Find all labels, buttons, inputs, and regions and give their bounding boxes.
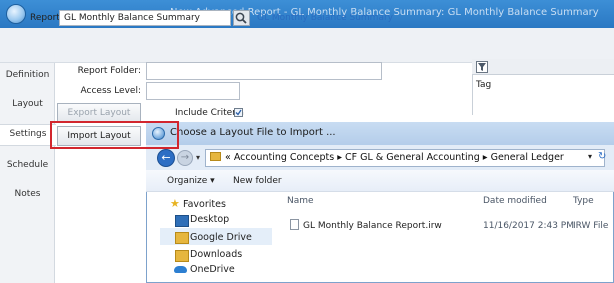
folder-icon bbox=[175, 232, 189, 244]
sidebar-item-settings[interactable]: Settings bbox=[0, 124, 56, 146]
tag-toolbar bbox=[472, 59, 614, 75]
path-dropdown-icon[interactable]: ▾ bbox=[588, 152, 592, 161]
sidebar-item-notes[interactable]: Notes bbox=[0, 189, 55, 199]
breadcrumb: « Accounting Concepts ▸ CF GL & General … bbox=[225, 152, 564, 163]
nav-item-onedrive[interactable]: OneDrive bbox=[190, 264, 235, 275]
cloud-icon bbox=[174, 266, 187, 273]
breadcrumb-segment[interactable]: General Ledger bbox=[491, 152, 564, 163]
annotation-highlight-box bbox=[50, 121, 179, 149]
filter-icon[interactable] bbox=[476, 61, 488, 73]
app-globe-icon[interactable] bbox=[6, 4, 26, 24]
search-icon[interactable] bbox=[233, 10, 250, 26]
new-folder-button[interactable]: New folder bbox=[233, 176, 282, 186]
desktop-icon bbox=[175, 215, 189, 227]
tag-column-header[interactable]: Tag bbox=[476, 80, 491, 90]
organize-menu[interactable]: Organize ▾ bbox=[167, 176, 215, 186]
sidebar-item-definition[interactable]: Definition bbox=[0, 70, 55, 80]
breadcrumb-separator[interactable]: ▸ bbox=[483, 152, 488, 163]
report-link[interactable]: GL Monthly Balance Summary bbox=[257, 13, 393, 23]
nav-item-desktop[interactable]: Desktop bbox=[190, 214, 229, 225]
sidebar-item-layout[interactable]: Layout bbox=[0, 99, 55, 109]
nav-item-favorites[interactable]: Favorites bbox=[183, 199, 226, 210]
nav-item-downloads[interactable]: Downloads bbox=[190, 249, 242, 260]
include-criteria-checkbox[interactable] bbox=[234, 108, 243, 117]
file-date: 11/16/2017 2:43 PM bbox=[483, 221, 574, 231]
report-folder-input[interactable] bbox=[146, 62, 382, 80]
column-header-name[interactable]: Name bbox=[287, 196, 314, 206]
downloads-folder-icon bbox=[175, 250, 189, 262]
breadcrumb-segment[interactable]: Accounting Concepts bbox=[234, 152, 334, 163]
breadcrumb-separator[interactable]: ▸ bbox=[337, 152, 342, 163]
nav-item-google-drive[interactable]: Google Drive bbox=[190, 232, 252, 243]
export-layout-button[interactable]: Export Layout bbox=[57, 103, 141, 123]
dialog-command-bar bbox=[146, 170, 614, 192]
access-level-input[interactable] bbox=[146, 82, 240, 100]
access-level-label: Access Level: bbox=[80, 86, 141, 96]
sidebar-item-schedule[interactable]: Schedule bbox=[0, 160, 55, 170]
column-header-date-modified[interactable]: Date modified bbox=[483, 196, 547, 206]
report-row bbox=[0, 28, 614, 63]
back-arrow-icon[interactable]: ← bbox=[157, 149, 175, 167]
report-input[interactable]: GL Monthly Balance Summary bbox=[59, 10, 231, 26]
dialog-title: Choose a Layout File to Import ... bbox=[170, 127, 336, 138]
folder-icon bbox=[210, 152, 221, 161]
breadcrumb-overflow[interactable]: « bbox=[225, 152, 231, 163]
star-icon: ★ bbox=[170, 197, 180, 210]
sidebar: Definition Layout Settings Schedule Note… bbox=[0, 63, 56, 283]
report-folder-label: Report Folder: bbox=[77, 66, 141, 76]
column-header-type[interactable]: Type bbox=[573, 196, 594, 206]
breadcrumb-segment[interactable]: CF GL & General Accounting bbox=[345, 152, 480, 163]
report-label: Report: bbox=[30, 13, 63, 23]
refresh-icon[interactable]: ↻ bbox=[598, 151, 606, 162]
file-type: IRW File bbox=[573, 221, 609, 231]
forward-arrow-icon[interactable]: → bbox=[177, 150, 193, 166]
file-name[interactable]: GL Monthly Balance Report.irw bbox=[303, 221, 442, 231]
history-dropdown-icon[interactable]: ▾ bbox=[196, 153, 200, 162]
file-icon bbox=[290, 219, 299, 230]
